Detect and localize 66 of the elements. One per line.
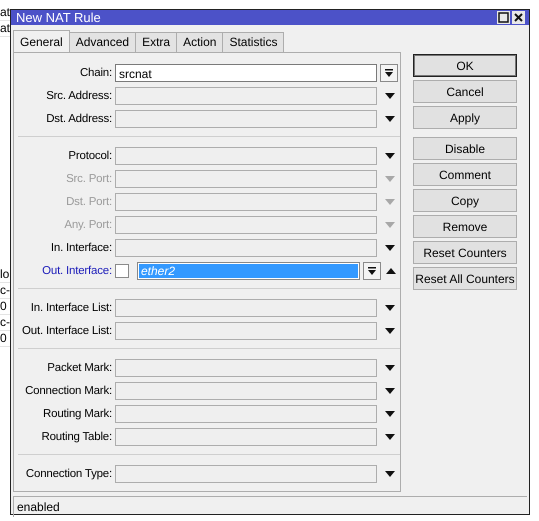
input-field[interactable] <box>115 428 377 446</box>
field-label: Connection Mark: <box>24 384 113 396</box>
status-bar: enabled <box>13 496 527 517</box>
dropdown-arrow-icon[interactable] <box>385 244 395 250</box>
dropdown-arrow-icon[interactable] <box>385 116 395 122</box>
input-field[interactable] <box>115 110 377 128</box>
field-label: Protocol: <box>67 150 113 162</box>
dropdown-arrow-icon[interactable] <box>385 410 395 416</box>
dropdown-arrow-icon[interactable] <box>385 434 395 440</box>
dropdown-button[interactable] <box>363 262 381 280</box>
field-label: Src. Port: <box>65 172 113 184</box>
input-field[interactable] <box>115 404 377 422</box>
dropdown-arrow-icon[interactable] <box>385 470 395 476</box>
dialog-button[interactable]: OK <box>413 54 517 77</box>
dropdown-arrow-icon[interactable] <box>385 152 395 158</box>
field-label: In. Interface List: <box>30 302 113 314</box>
input-field[interactable] <box>115 382 377 400</box>
dropdown-arrow-icon[interactable] <box>385 92 395 98</box>
input-field[interactable] <box>115 298 377 316</box>
window-title: New NAT Rule <box>16 10 101 25</box>
field-label: Chain: <box>78 66 113 78</box>
input-field[interactable] <box>115 238 377 256</box>
field-label: Connection Type: <box>24 468 113 480</box>
dialog-button[interactable]: Comment <box>413 163 517 186</box>
dialog-button[interactable]: Copy <box>413 189 517 212</box>
dropdown-arrow-icon <box>368 266 376 274</box>
dropdown-arrow-icon[interactable] <box>385 388 395 394</box>
close-icon[interactable] <box>512 11 525 24</box>
dropdown-arrow-icon[interactable] <box>385 364 395 370</box>
field-label: Out. Interface: <box>41 264 113 276</box>
dropdown-arrow-icon <box>385 68 393 76</box>
dialog-button[interactable]: Reset Counters <box>413 241 517 264</box>
dropdown-arrow-icon[interactable] <box>385 328 395 334</box>
dropdown-arrow-icon[interactable] <box>385 304 395 310</box>
tab[interactable]: Advanced <box>68 32 136 53</box>
input-field[interactable] <box>115 192 377 210</box>
field-label: Src. Address: <box>45 90 113 102</box>
dialog-button[interactable]: Remove <box>413 215 517 238</box>
input-field[interactable] <box>115 464 377 482</box>
field-label: Any. Port: <box>63 218 113 230</box>
input-field[interactable] <box>115 322 377 340</box>
tab[interactable]: General <box>13 30 70 53</box>
dropdown-button[interactable] <box>380 64 398 82</box>
input-field[interactable] <box>115 170 377 188</box>
input-field[interactable]: srcnat <box>115 64 377 82</box>
dialog-button[interactable]: Reset All Counters <box>413 267 517 290</box>
collapse-arrow-icon[interactable] <box>386 268 396 274</box>
field-label: Out. Interface List: <box>21 324 113 336</box>
input-field[interactable] <box>115 146 377 164</box>
field-label: Routing Table: <box>40 430 113 442</box>
input-field[interactable] <box>115 358 377 376</box>
checkbox[interactable] <box>115 264 129 278</box>
field-label: Dst. Address: <box>45 112 113 124</box>
input-field[interactable] <box>115 216 377 234</box>
tab[interactable]: Action <box>176 32 224 53</box>
field-label: Dst. Port: <box>65 196 113 208</box>
dialog-button[interactable]: Apply <box>413 106 517 129</box>
tab[interactable]: Statistics <box>222 32 284 53</box>
dialog-button[interactable]: Cancel <box>413 80 517 103</box>
dialog-button[interactable]: Disable <box>413 137 517 160</box>
input-field[interactable] <box>115 86 377 104</box>
field-label: In. Interface: <box>50 242 113 254</box>
tab[interactable]: Extra <box>135 32 178 53</box>
maximize-icon[interactable] <box>497 11 510 24</box>
field-label: Packet Mark: <box>46 362 113 374</box>
field-label: Routing Mark: <box>42 408 113 420</box>
